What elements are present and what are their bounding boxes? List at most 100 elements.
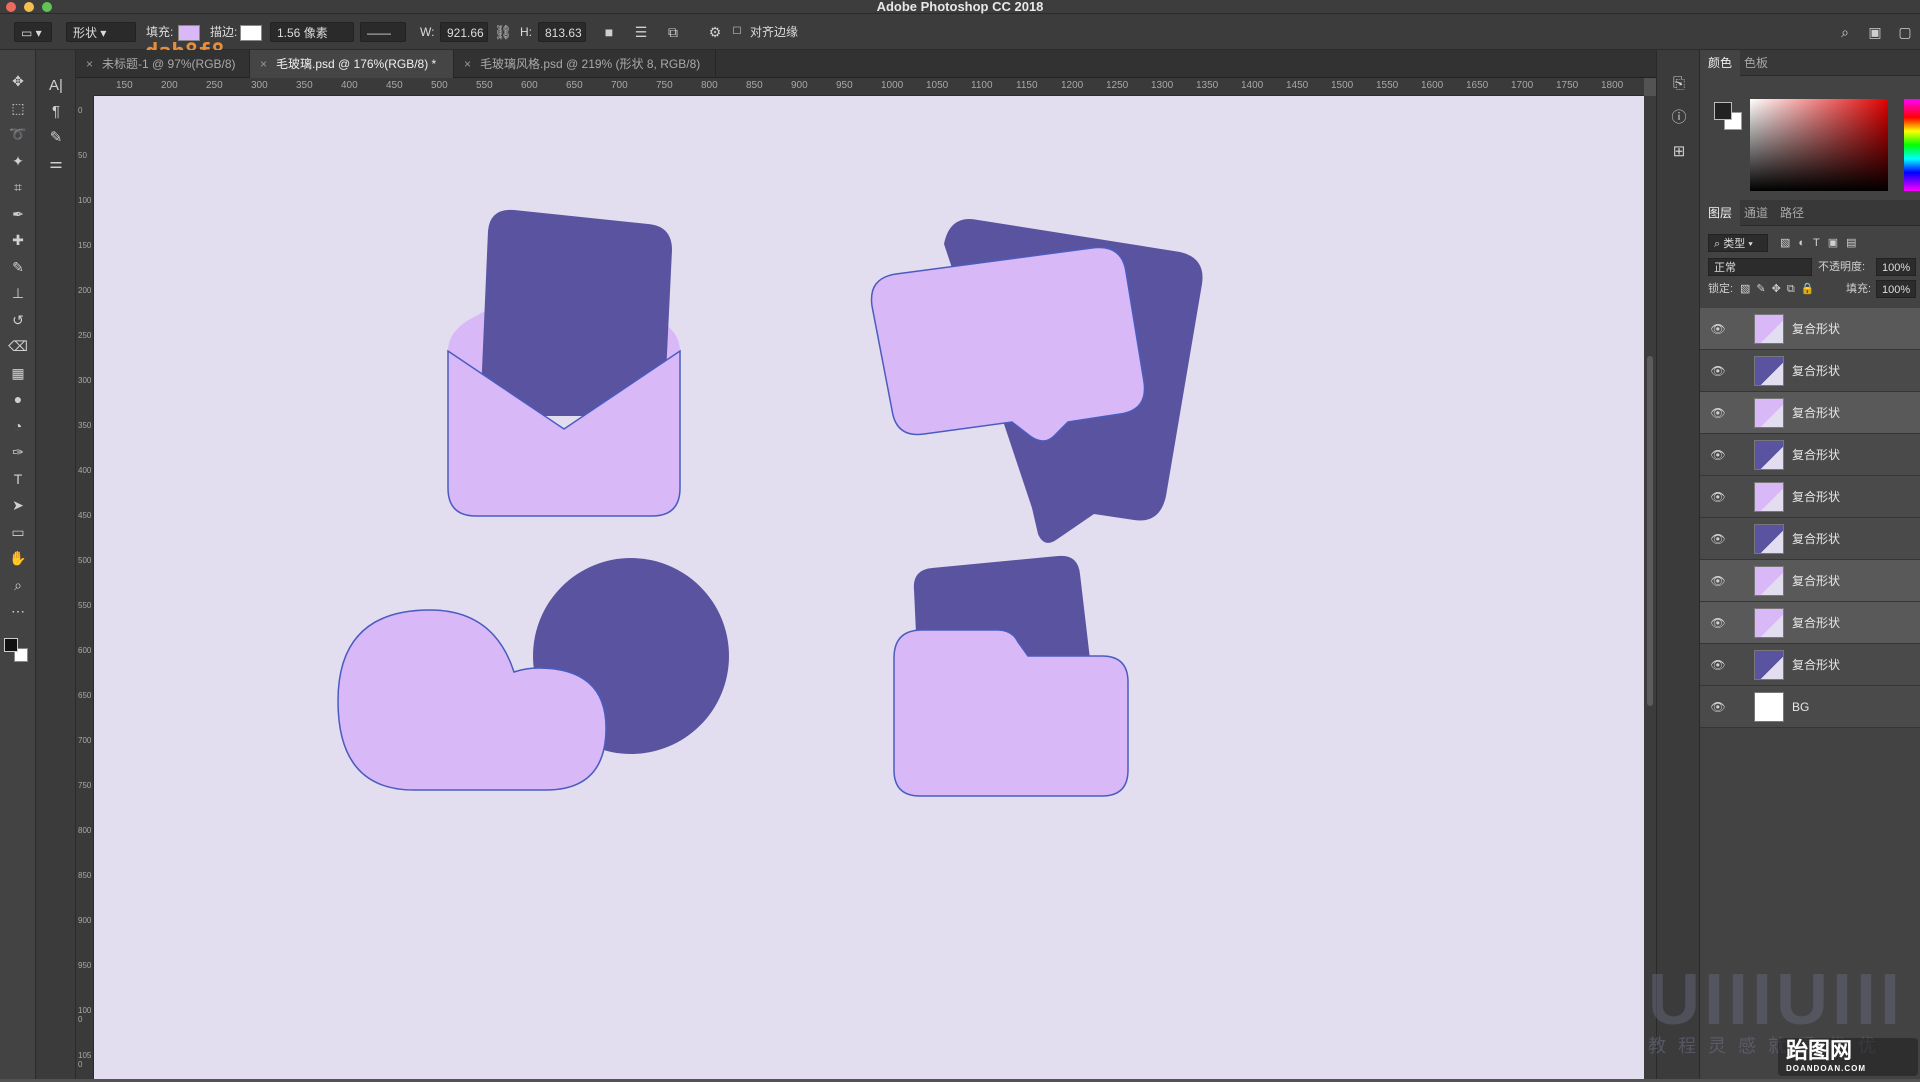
gradient-icon[interactable]: ▦ [6,362,30,384]
layer-row[interactable]: 👁 复合形状 [1700,602,1920,644]
visibility-eye-icon[interactable]: 👁 [1710,489,1726,505]
layer-row[interactable]: 👁 复合形状 [1700,560,1920,602]
width-field[interactable]: 921.66 [440,22,488,42]
fill-color-swatch[interactable] [178,24,200,41]
path-selection-icon[interactable]: ➤ [6,494,30,516]
lock-options[interactable]: ▧✎✥⧉🔒 [1740,278,1820,300]
marquee-icon[interactable]: ⬚ [6,97,30,119]
lasso-icon[interactable]: ➰ [6,123,30,145]
foreground-background-swatches[interactable] [1714,102,1744,132]
share-icon[interactable]: ▢ [1896,23,1914,41]
path-arrangement-icon[interactable]: ⧉ [664,23,682,41]
link-icon[interactable]: ⛓ [494,23,512,41]
opacity-field[interactable]: 100% [1876,258,1916,276]
workspace-icon[interactable]: ▣ [1866,23,1884,41]
document-canvas[interactable] [94,96,1644,1079]
info-icon[interactable]: ⓘ [1667,106,1691,130]
visibility-eye-icon[interactable]: 👁 [1710,447,1726,463]
layer-row[interactable]: 👁 复合形状 [1700,308,1920,350]
more-tools-icon[interactable]: ⋯ [6,600,30,622]
visibility-eye-icon[interactable]: 👁 [1710,699,1726,715]
crop-icon[interactable]: ⌗ [6,176,30,198]
layer-row[interactable]: 👁 复合形状 [1700,644,1920,686]
rectangle-icon[interactable]: ▭ [6,521,30,543]
blur-icon[interactable]: ● [6,388,30,410]
height-field[interactable]: 813.63 [538,22,586,42]
brush-settings-icon[interactable]: ✎ [44,126,68,150]
layer-thumbnail [1754,524,1784,554]
tool-color-swatches[interactable] [4,638,30,664]
eraser-icon[interactable]: ⌫ [6,335,30,357]
color-picker-field[interactable] [1750,99,1888,191]
visibility-eye-icon[interactable]: 👁 [1710,615,1726,631]
properties-panel-icon[interactable]: ⊞ [1667,140,1691,164]
tab-maoboli[interactable]: × 毛玻璃.psd @ 176%(RGB/8) * [250,50,454,78]
canvas-scrollbar[interactable] [1644,96,1656,1079]
close-tab-icon[interactable]: × [464,50,471,78]
history-panel-icon[interactable]: ⎘ [1667,72,1691,96]
blend-mode-select[interactable]: 正常 [1708,258,1812,276]
visibility-eye-icon[interactable]: 👁 [1710,405,1726,421]
zoom-icon[interactable]: ⌕ [6,574,30,596]
stroke-color-swatch[interactable] [240,24,262,41]
path-operations-icon[interactable]: ■ [600,23,618,41]
dodge-icon[interactable]: ◔ [6,415,30,437]
path-alignment-icon[interactable]: ☰ [632,23,650,41]
character-panel-icon[interactable]: A| [44,74,68,98]
foreground-color-swatch[interactable] [1714,102,1732,120]
paragraph-panel-icon[interactable]: ¶ [44,100,68,124]
search-icon[interactable]: ⌕ [1836,23,1854,41]
clone-stamp-icon[interactable]: ⊥ [6,282,30,304]
layer-row[interactable]: 👁 复合形状 [1700,434,1920,476]
scrollbar-thumb[interactable] [1647,356,1653,706]
ruler-tick: 400 [78,466,92,475]
layer-row[interactable]: 👁 复合形状 [1700,350,1920,392]
tab-color[interactable]: 颜色 [1700,50,1741,76]
tool-preset-picker[interactable]: ▭ ▾ [14,22,52,42]
history-brush-icon[interactable]: ↺ [6,309,30,331]
tool-fg-swatch[interactable] [4,638,18,652]
layer-row[interactable]: 👁 BG [1700,686,1920,728]
layer-filter-icons[interactable]: ▧◐T▣▤ [1780,232,1865,254]
visibility-eye-icon[interactable]: 👁 [1710,531,1726,547]
pen-icon[interactable]: ✑ [6,441,30,463]
tab-untitled[interactable]: × 未标题-1 @ 97%(RGB/8) [76,50,250,78]
visibility-eye-icon[interactable]: 👁 [1710,573,1726,589]
stroke-width-field[interactable]: 1.56 像素 [270,22,354,42]
visibility-eye-icon[interactable]: 👁 [1710,363,1726,379]
tab-channels[interactable]: 通道 [1736,200,1776,226]
close-tab-icon[interactable]: × [86,50,93,78]
fill-opacity-field[interactable]: 100% [1876,280,1916,298]
move-icon[interactable]: ✥ [6,70,30,92]
tab-layers[interactable]: 图层 [1700,200,1741,226]
visibility-eye-icon[interactable]: 👁 [1710,657,1726,673]
cloud-weather-icon[interactable] [337,558,729,791]
shape-mode-select[interactable]: 形状 ▾ [66,22,136,42]
tab-paths[interactable]: 路径 [1772,200,1812,226]
chat-bubbles-icon[interactable] [870,219,1203,543]
visibility-eye-icon[interactable]: 👁 [1710,321,1726,337]
layer-row[interactable]: 👁 复合形状 [1700,392,1920,434]
folder-icon[interactable] [893,555,1129,797]
tab-swatches[interactable]: 色板 [1736,50,1776,76]
gear-icon[interactable]: ⚙ [706,23,724,41]
magic-wand-icon[interactable]: ✦ [6,150,30,172]
align-edges-checkbox[interactable]: ☐ [728,23,746,41]
adjustments-icon[interactable]: ⚌ [44,152,68,176]
stroke-swatch[interactable] [240,22,262,42]
envelope-icon[interactable] [447,209,681,517]
layer-filter-select[interactable]: ⌕ 类型 ▾ [1708,234,1768,252]
type-icon[interactable]: T [6,468,30,490]
healing-brush-icon[interactable]: ✚ [6,229,30,251]
blend-mode-value: 正常 [1714,262,1736,274]
brush-icon[interactable]: ✎ [6,256,30,278]
layer-row[interactable]: 👁 复合形状 [1700,518,1920,560]
fill-swatch[interactable] [178,22,200,42]
tab-maoboli-style[interactable]: ×毛玻璃风格.psd @ 219% (形状 8, RGB/8) * [454,50,716,99]
close-tab-icon[interactable]: × [260,50,267,78]
eyedropper-icon[interactable]: ✒ [6,203,30,225]
stroke-type-select[interactable]: —— ▾ [360,22,406,60]
layer-row[interactable]: 👁 复合形状 [1700,476,1920,518]
hand-icon[interactable]: ✋ [6,547,30,569]
hue-slider[interactable] [1904,99,1920,191]
